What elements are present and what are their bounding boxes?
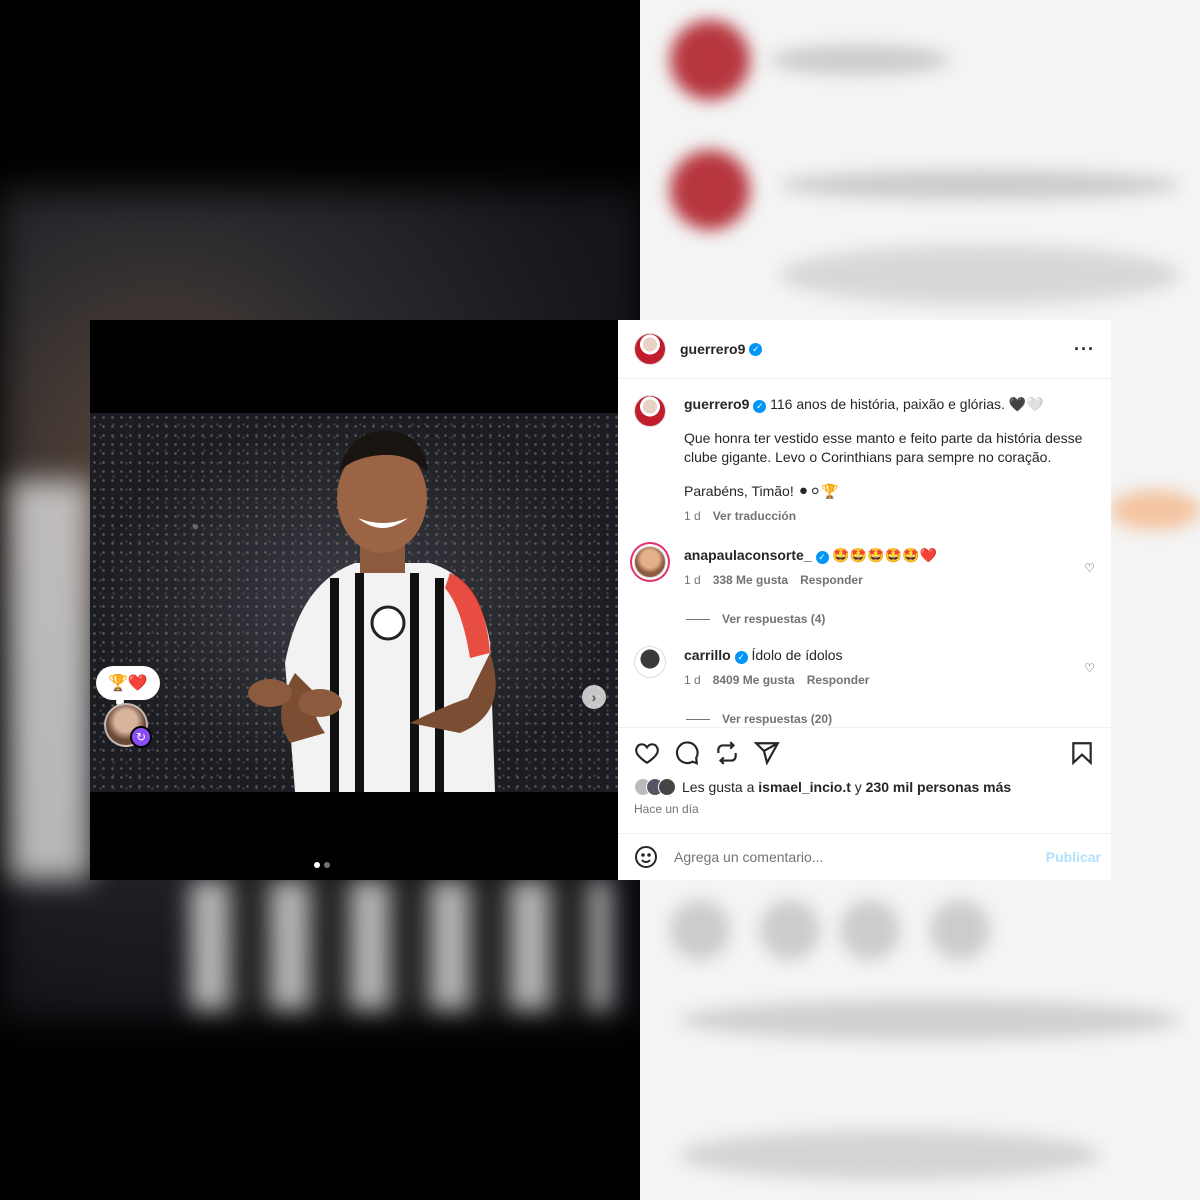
comment-icon[interactable] [674, 740, 700, 766]
caption-line: 116 anos de história, paixão e glórias. … [770, 396, 1044, 412]
comment-input[interactable] [674, 849, 1030, 865]
post-image[interactable]: › [90, 413, 618, 868]
carousel-dot [324, 862, 330, 868]
carousel-dots [314, 862, 330, 868]
post-sidebar: guerrero9 ✓ ··· guerrero9 ✓ 116 anos de … [618, 320, 1111, 880]
share-icon[interactable] [754, 740, 780, 766]
post-time: Hace un día [634, 802, 699, 816]
more-icon[interactable]: ··· [1074, 339, 1095, 360]
save-icon[interactable] [1069, 740, 1095, 766]
commenter-avatar[interactable] [634, 646, 666, 678]
reaction-bubble: 🏆❤️ [96, 666, 160, 706]
caption-line: Que honra ter vestido esse manto e feito… [684, 430, 1083, 465]
reply-button[interactable]: Responder [800, 571, 863, 590]
comment-age: 1 d [684, 673, 701, 687]
repost-badge-icon: ↻ [130, 726, 152, 748]
author-username[interactable]: guerrero9 [680, 341, 745, 357]
comment-age: 1 d [684, 573, 701, 587]
comments-section: guerrero9 ✓ 116 anos de história, paixão… [618, 379, 1111, 727]
post-modal: › 🏆❤️ ↻ guerrero9 ✓ ··· guerrero9 ✓ 116 … [90, 320, 1111, 880]
next-slide-button[interactable]: › [582, 685, 606, 709]
repost-icon[interactable] [714, 740, 740, 766]
comment-like-icon[interactable]: ♡ [1084, 661, 1095, 675]
verified-icon: ✓ [749, 342, 763, 356]
post-media: › 🏆❤️ ↻ [90, 320, 618, 880]
verified-icon: ✓ [815, 551, 829, 564]
action-bar: Les gusta a ismael_incio.t y 230 mil per… [618, 727, 1111, 833]
player-illustration [248, 430, 496, 792]
verified-icon: ✓ [753, 400, 767, 413]
likes-prefix: Les gusta a [682, 779, 755, 795]
like-icon[interactable] [634, 740, 660, 766]
comment-composer: Publicar [618, 833, 1111, 880]
carousel-dot [314, 862, 320, 868]
comment-text: 🤩🤩🤩🤩🤩❤️ [832, 547, 937, 563]
commenter-avatar[interactable] [634, 546, 666, 578]
comment-text: Ídolo de ídolos [751, 647, 843, 663]
comment-item: anapaulaconsorte_ ✓ 🤩🤩🤩🤩🤩❤️ 1 d 338 Me g… [634, 546, 1095, 590]
comment-username[interactable]: anapaulaconsorte_ [684, 547, 812, 563]
author-avatar[interactable] [634, 333, 666, 365]
comment-likes[interactable]: 8409 Me gusta [713, 671, 795, 690]
caption-line: Parabéns, Timão! ⚫⚪🏆 [684, 483, 839, 499]
comment-like-icon[interactable]: ♡ [1084, 561, 1095, 575]
liker-username[interactable]: ismael_incio.t [758, 779, 851, 795]
post-header: guerrero9 ✓ ··· [618, 320, 1111, 379]
caption-username[interactable]: guerrero9 [684, 396, 749, 412]
view-replies-button[interactable]: Ver respuestas (4) [686, 612, 1095, 626]
caption-row: guerrero9 ✓ 116 anos de história, paixão… [634, 395, 1095, 526]
likes-summary: Les gusta a ismael_incio.t y 230 mil per… [634, 778, 1095, 796]
view-replies-button[interactable]: Ver respuestas (20) [686, 712, 1095, 726]
liker-avatars[interactable] [634, 778, 676, 796]
comment-likes[interactable]: 338 Me gusta [713, 571, 788, 590]
comment-item: carrillo ✓ Ídolo de ídolos 1 d 8409 Me g… [634, 646, 1095, 690]
verified-icon: ✓ [734, 651, 748, 664]
translate-link[interactable]: Ver traducción [713, 507, 796, 526]
likes-count[interactable]: 230 mil personas más [866, 779, 1012, 795]
publish-button[interactable]: Publicar [1046, 849, 1101, 865]
emoji-icon[interactable] [634, 845, 658, 869]
author-avatar[interactable] [634, 395, 666, 427]
caption-age: 1 d [684, 509, 701, 523]
likes-connector: y [854, 779, 862, 795]
reply-button[interactable]: Responder [807, 671, 870, 690]
comment-username[interactable]: carrillo [684, 647, 731, 663]
